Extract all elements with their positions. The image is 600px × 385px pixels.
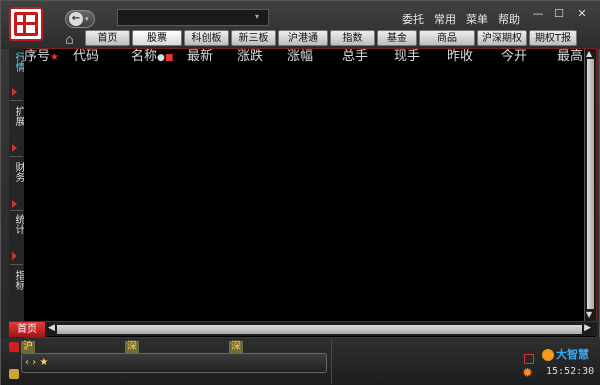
app-window: ← ▾ ▾ 委托 常用 菜单 帮助 — ☐ ✕ ⌂ 首页 股票 科创板 新三板 … [0,0,600,385]
menu-menu[interactable]: 菜单 [466,11,488,27]
divider [331,339,332,384]
star-icon: ★ [50,52,59,63]
col-change-pct[interactable]: 涨幅 [287,49,313,65]
tab-neeq[interactable]: 新三板 [231,30,276,46]
col-name[interactable]: 名称●■ [131,49,173,65]
brand-mark-icon [542,349,554,361]
ticker-controls[interactable]: ‹ › ★ [25,357,48,368]
col-serial[interactable]: 序号★ [24,49,59,65]
red-square-icon: ■ [164,53,174,63]
app-logo[interactable] [9,7,43,41]
title-bar: ← ▾ ▾ 委托 常用 菜单 帮助 — ☐ ✕ ⌂ 首页 股票 科创板 新三板 … [1,1,600,59]
col-total-volume[interactable]: 总手 [342,49,368,65]
back-button[interactable]: ← ▾ [65,10,95,28]
brand-logo: 大智慧 [542,346,589,362]
triangle-marker-icon [12,88,17,96]
clock: 15:52:30 [546,366,595,377]
home-icon[interactable]: ⌂ [65,32,74,48]
scroll-down-icon[interactable]: ▼ [586,310,592,319]
tab-commodity[interactable]: 商品 [419,30,475,46]
quote-grid[interactable] [24,65,584,321]
divider [10,156,23,157]
vertical-scrollbar[interactable]: ▲ ▼ [584,49,596,321]
tab-stocks[interactable]: 股票 [132,30,182,46]
triangle-marker-icon [12,252,17,260]
tab-options[interactable]: 沪深期权 [477,30,527,46]
gear-icon[interactable]: ✹ [522,366,533,381]
bottom-tab-home[interactable]: 首页 [9,322,45,337]
col-current-volume[interactable]: 现手 [394,49,420,65]
chevron-down-icon: ▾ [85,15,89,23]
sidetab-indicators[interactable]: 指标 [9,270,24,290]
tab-star-market[interactable]: 科创板 [184,30,229,46]
tab-option-t-quote[interactable]: 期权T报价 [529,30,577,59]
col-change[interactable]: 涨跌 [237,49,263,65]
index-label-sz2[interactable]: 深 [229,341,243,353]
table-header: 序号★ 代码 名称●■ 最新 涨跌 涨幅 总手 现手 昨收 今开 最高 [24,49,584,65]
menu-help[interactable]: 帮助 [498,11,520,27]
divider [10,264,23,265]
search-dropdown-icon[interactable]: ▾ [255,12,259,21]
scroll-left-icon[interactable]: ◀ [48,323,55,333]
tab-home[interactable]: 首页 [85,30,130,46]
sidetab-quotes[interactable]: 行情 [9,52,24,72]
maximize-button[interactable]: ☐ [549,6,569,22]
col-high[interactable]: 最高 [557,49,583,65]
col-latest[interactable]: 最新 [187,49,213,65]
close-button[interactable]: ✕ [572,6,592,22]
scroll-right-icon[interactable]: ▶ [584,323,591,333]
col-open[interactable]: 今开 [501,49,527,65]
divider [10,210,23,211]
hscroll-thumb[interactable] [57,325,582,334]
minimize-button[interactable]: — [528,6,548,22]
sidetab-extended[interactable]: 扩展 [9,106,24,126]
window-toggle-icon[interactable] [524,354,534,364]
sidetab-financial[interactable]: 财务 [9,162,24,182]
back-arrow-icon: ← [69,12,83,26]
logo-seal-icon [14,12,38,36]
tab-connect[interactable]: 沪港通 [278,30,328,46]
tab-index[interactable]: 指数 [330,30,375,46]
scroll-up-icon[interactable]: ▲ [586,49,592,58]
bottom-tab-bar: 首页 ◀ ▶ [9,321,597,337]
menu-common[interactable]: 常用 [434,11,456,27]
dot-icon: ● [157,53,165,63]
col-prev-close[interactable]: 昨收 [447,49,473,65]
triangle-marker-icon [12,144,17,152]
scroll-thumb[interactable] [587,59,594,309]
col-code[interactable]: 代码 [73,49,99,65]
red-toggle-icon[interactable] [9,342,19,352]
menu-entrust[interactable]: 委托 [402,11,424,27]
index-label-sz[interactable]: 深 [125,341,139,353]
index-label-sh[interactable]: 沪 [21,341,35,353]
side-tab-bar: 行情 扩展 财务 统计 指标 [9,48,24,338]
tab-fund[interactable]: 基金 [377,30,417,46]
index-ticker-bar[interactable]: ‹ › ★ [21,353,327,373]
triangle-marker-icon [12,200,17,208]
divider [10,100,23,101]
lock-icon[interactable] [9,369,19,379]
horizontal-scrollbar[interactable]: ◀ ▶ [47,323,592,335]
search-input[interactable] [117,9,269,26]
sidetab-statistics[interactable]: 统计 [9,214,24,234]
